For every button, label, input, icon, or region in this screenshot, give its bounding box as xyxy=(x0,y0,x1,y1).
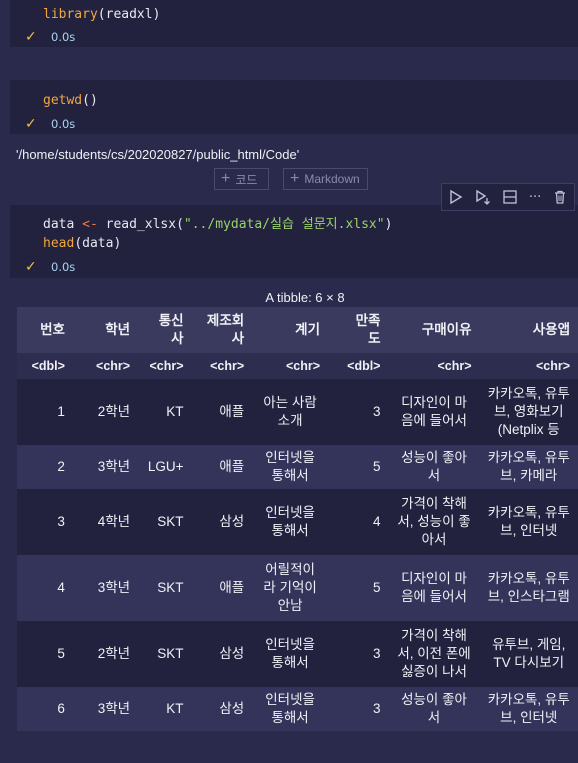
tibble-title: A tibble: 6 × 8 xyxy=(265,290,345,305)
run-below-icon[interactable] xyxy=(475,189,491,205)
table-cell: 애플 xyxy=(191,555,253,621)
table-cell: 카카오톡, 유투 브, 카메라 xyxy=(479,445,578,489)
execution-time: 0.0s xyxy=(51,117,76,131)
code-line[interactable]: library(readxl) xyxy=(43,5,160,24)
table-cell: 카카오톡, 유투 브, 영화보기 (Netplix 등 xyxy=(479,379,578,445)
table-cell: 삼성 xyxy=(191,621,253,687)
table-cell: 성능이 좋아 서 xyxy=(388,445,480,489)
delete-icon[interactable] xyxy=(552,189,568,205)
table-cell: 4학년 xyxy=(72,489,139,555)
column-type: <chr> xyxy=(72,353,139,379)
more-icon[interactable]: ··· xyxy=(529,190,541,205)
table-cell: 3 xyxy=(17,489,73,555)
code-line[interactable]: data <- read_xlsx("../mydata/실습 설문지.xlsx… xyxy=(43,215,392,234)
cell-status: ✓ 0.0s xyxy=(25,116,75,132)
table-cell: 애플 xyxy=(191,379,253,445)
column-header: 만족 도 xyxy=(328,307,389,353)
table-cell: 2학년 xyxy=(72,379,139,445)
column-header: 통신 사 xyxy=(138,307,192,353)
table-cell: 애플 xyxy=(191,445,253,489)
column-header: 계기 xyxy=(252,307,329,353)
table-cell: 인터넷을 통해서 xyxy=(252,621,329,687)
table-cell: 2학년 xyxy=(72,621,139,687)
column-type: <chr> xyxy=(252,353,329,379)
cell-toolbar: ··· xyxy=(441,183,575,211)
column-type: <dbl> xyxy=(17,353,73,379)
column-type: <chr> xyxy=(138,353,192,379)
run-icon[interactable] xyxy=(448,189,464,205)
cell-status: ✓ 0.0s xyxy=(25,29,75,45)
table-cell: KT xyxy=(138,687,192,731)
tibble-table: 번호 학년 통신 사 제조회 사 계기 만족 도 구매이유 사용앱 <dbl> <chr> <chr> <… xyxy=(17,307,578,731)
column-header: 구매이유 xyxy=(388,307,480,353)
execution-time: 0.0s xyxy=(51,30,76,44)
table-cell: LGU+ xyxy=(138,445,192,489)
add-markdown-button[interactable]: + Markdown xyxy=(283,168,368,190)
table-cell: SKT xyxy=(138,489,192,555)
plus-icon: + xyxy=(221,170,231,187)
table-cell: 카카오톡, 유투 브, 인스타그램 xyxy=(479,555,578,621)
code-cell-3[interactable]: data <- read_xlsx("../mydata/실습 설문지.xlsx… xyxy=(10,205,578,278)
check-icon: ✓ xyxy=(25,259,37,275)
table-cell: 3학년 xyxy=(72,555,139,621)
table-row: 1 2학년 KT 애플 아는 사람 소개 3 디자인이 마 음에 들어서 카카오톡, 유투 브, 영… xyxy=(17,379,578,445)
column-header: 제조회 사 xyxy=(191,307,253,353)
table-cell: 성능이 좋아 서 xyxy=(388,687,480,731)
code-cell-2[interactable]: getwd() ✓ 0.0s xyxy=(10,80,578,134)
table-cell: 디자인이 마 음에 들어서 xyxy=(388,555,480,621)
table-cell: 4 xyxy=(328,489,389,555)
cell-status: ✓ 0.0s xyxy=(25,259,75,275)
column-header: 사용앱 xyxy=(479,307,578,353)
table-cell: 3학년 xyxy=(72,445,139,489)
table-cell: 5 xyxy=(328,445,389,489)
table-cell: 2 xyxy=(17,445,73,489)
table-cell: 인터넷을 통해서 xyxy=(252,687,329,731)
column-header: 학년 xyxy=(72,307,139,353)
table-cell: 가격이 착해 서, 이전 폰에 싫증이 나서 xyxy=(388,621,480,687)
plus-icon: + xyxy=(290,170,300,187)
cell-output: '/home/students/cs/202020827/public_html… xyxy=(16,147,300,162)
column-header: 번호 xyxy=(17,307,73,353)
table-cell: 삼성 xyxy=(191,489,253,555)
code-line[interactable]: head(data) xyxy=(43,234,121,253)
table-cell: 카카오톡, 유투 브, 인터넷 xyxy=(479,489,578,555)
column-type: <chr> xyxy=(191,353,253,379)
table-cell: 아는 사람 소개 xyxy=(252,379,329,445)
code-cell-1[interactable]: library(readxl) ✓ 0.0s xyxy=(10,0,578,47)
table-row: 5 2학년 SKT 삼성 인터넷을 통해서 3 가격이 착해 서, 이전 폰에 싫증이 나서 유투브… xyxy=(17,621,578,687)
table-row: 4 3학년 SKT 애플 어릴적이 라 기억이 안남 5 디자인이 마 음에 들어서 카카오톡, 유… xyxy=(17,555,578,621)
add-code-button[interactable]: + 코드 xyxy=(214,168,269,190)
table-cell: 인터넷을 통해서 xyxy=(252,489,329,555)
table-cell: 3 xyxy=(328,379,389,445)
table-cell: 3학년 xyxy=(72,687,139,731)
table-cell: 디자인이 마 음에 들어서 xyxy=(388,379,480,445)
execution-time: 0.0s xyxy=(51,260,76,274)
table-cell: KT xyxy=(138,379,192,445)
table-cell: 4 xyxy=(17,555,73,621)
table-cell: 3 xyxy=(328,687,389,731)
table-cell: 1 xyxy=(17,379,73,445)
table-cell: 어릴적이 라 기억이 안남 xyxy=(252,555,329,621)
table-cell: SKT xyxy=(138,621,192,687)
table-cell: 5 xyxy=(328,555,389,621)
table-cell: 삼성 xyxy=(191,687,253,731)
table-row: 2 3학년 LGU+ 애플 인터넷을 통해서 5 성능이 좋아 서 카카오톡, 유투 브, 카메라 xyxy=(17,445,578,489)
table-cell: 가격이 착해 서, 성능이 좋 아서 xyxy=(388,489,480,555)
table-cell: 카카오톡, 유투 브, 인터넷 xyxy=(479,687,578,731)
column-type: <chr> xyxy=(388,353,480,379)
table-row: 3 4학년 SKT 삼성 인터넷을 통해서 4 가격이 착해 서, 성능이 좋 아서 카카오톡, 유… xyxy=(17,489,578,555)
check-icon: ✓ xyxy=(25,116,37,132)
table-cell: 5 xyxy=(17,621,73,687)
split-icon[interactable] xyxy=(502,189,518,205)
table-cell: SKT xyxy=(138,555,192,621)
table-cell: 유투브, 게임, TV 다시보기 xyxy=(479,621,578,687)
code-line[interactable]: getwd() xyxy=(43,91,98,110)
column-type: <dbl> xyxy=(328,353,389,379)
table-row: 6 3학년 KT 삼성 인터넷을 통해서 3 성능이 좋아 서 카카오톡, 유투 브, 인터넷 xyxy=(17,687,578,731)
table-cell: 3 xyxy=(328,621,389,687)
table-cell: 인터넷을 통해서 xyxy=(252,445,329,489)
check-icon: ✓ xyxy=(25,29,37,45)
column-type: <chr> xyxy=(479,353,578,379)
table-cell: 6 xyxy=(17,687,73,731)
